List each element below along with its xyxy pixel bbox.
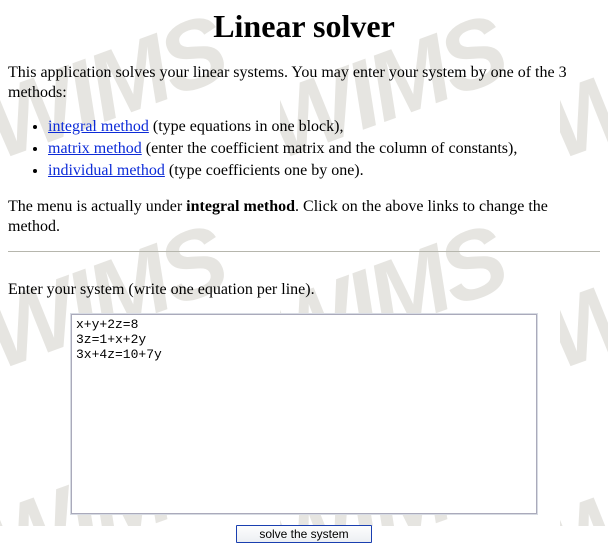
link-individual-method[interactable]: individual method bbox=[48, 162, 165, 179]
system-label: Enter your system (write one equation pe… bbox=[8, 280, 600, 300]
intro-text: This application solves your linear syst… bbox=[8, 63, 600, 103]
method-desc: (type equations in one block), bbox=[149, 118, 344, 135]
solve-button[interactable]: solve the system bbox=[236, 525, 371, 543]
methods-list: integral method (type equations in one b… bbox=[8, 117, 600, 181]
list-item: individual method (type coefficients one… bbox=[48, 161, 600, 181]
list-item: matrix method (enter the coefficient mat… bbox=[48, 139, 600, 159]
link-integral-method[interactable]: integral method bbox=[48, 118, 149, 135]
page-title: Linear solver bbox=[8, 8, 600, 45]
list-item: integral method (type equations in one b… bbox=[48, 117, 600, 137]
current-method-text: The menu is actually under integral meth… bbox=[8, 197, 600, 237]
divider bbox=[8, 251, 600, 252]
equations-input[interactable] bbox=[71, 314, 537, 514]
current-method-name: integral method bbox=[186, 198, 295, 215]
link-matrix-method[interactable]: matrix method bbox=[48, 140, 142, 157]
method-desc: (enter the coefficient matrix and the co… bbox=[142, 140, 518, 157]
method-desc: (type coefficients one by one). bbox=[165, 162, 364, 179]
